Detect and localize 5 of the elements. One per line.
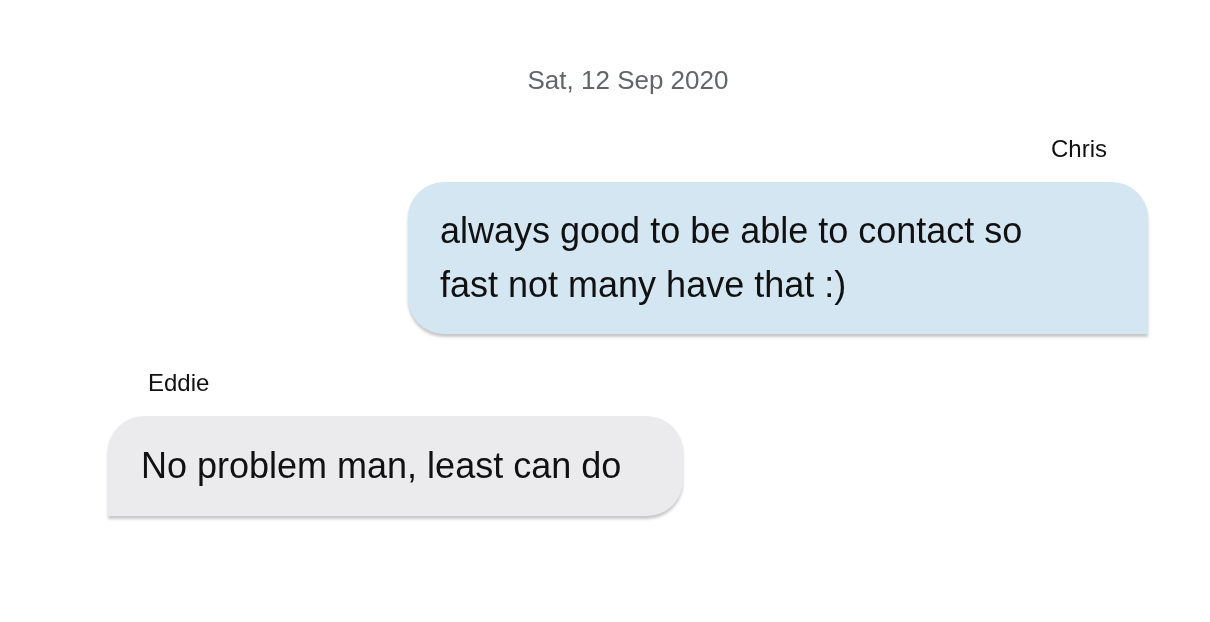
message-bubble: always good to be able to contact so fast not many have that :) <box>408 182 1148 334</box>
sender-name: Eddie <box>148 368 210 398</box>
date-separator: Sat, 12 Sep 2020 <box>527 64 729 97</box>
message-bubble: No problem man, least can do <box>108 416 684 516</box>
sender-name: Chris <box>1051 134 1107 164</box>
